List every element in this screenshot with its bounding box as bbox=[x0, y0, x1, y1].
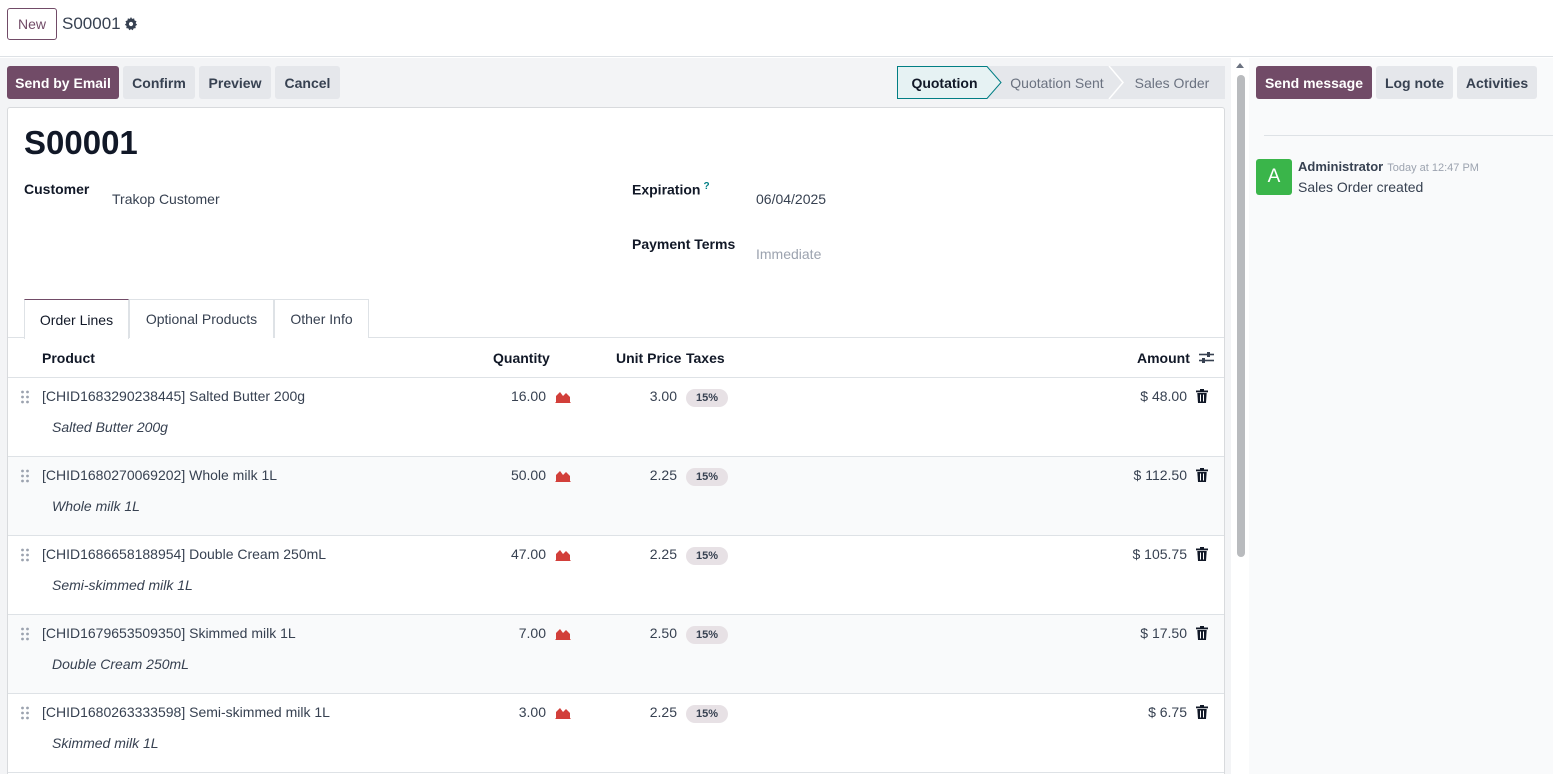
message-body: Sales Order created bbox=[1298, 179, 1424, 195]
scroll-up-arrow[interactable] bbox=[1236, 63, 1244, 68]
unit-price-cell[interactable]: 2.50 bbox=[650, 625, 677, 641]
author-name[interactable]: Administrator bbox=[1298, 159, 1383, 174]
unit-price-cell[interactable]: 2.25 bbox=[650, 704, 677, 720]
amount-cell: $ 112.50 bbox=[1133, 467, 1187, 483]
area-chart-icon[interactable] bbox=[555, 469, 571, 482]
status-step-quotation-sent[interactable]: Quotation Sent bbox=[1007, 66, 1107, 99]
status-step-quotation[interactable]: Quotation bbox=[897, 66, 992, 99]
tax-badge[interactable]: 15% bbox=[686, 389, 728, 407]
description-cell[interactable]: Whole milk 1L bbox=[52, 498, 140, 514]
description-cell[interactable]: Skimmed milk 1L bbox=[52, 735, 159, 751]
product-cell[interactable]: [CHID1683290238445] Salted Butter 200g bbox=[42, 388, 305, 404]
table-header: Product Quantity Unit Price Taxes Amount bbox=[8, 338, 1224, 378]
quantity-cell[interactable]: 47.00 bbox=[511, 546, 546, 562]
tax-badge[interactable]: 15% bbox=[686, 468, 728, 486]
quantity-cell[interactable]: 3.00 bbox=[519, 704, 546, 720]
tab-other-info[interactable]: Other Info bbox=[274, 299, 369, 338]
description-cell[interactable]: Double Cream 250mL bbox=[52, 656, 189, 672]
confirm-button[interactable]: Confirm bbox=[123, 66, 195, 99]
unit-price-cell[interactable]: 2.25 bbox=[650, 467, 677, 483]
trash-icon[interactable] bbox=[1196, 705, 1208, 719]
log-note-button[interactable]: Log note bbox=[1376, 66, 1453, 99]
customer-label: Customer bbox=[24, 181, 90, 197]
column-amount[interactable]: Amount bbox=[1137, 350, 1190, 366]
area-chart-icon[interactable] bbox=[555, 627, 571, 640]
tab-order-lines[interactable]: Order Lines bbox=[24, 299, 129, 339]
send-message-button[interactable]: Send message bbox=[1256, 66, 1372, 99]
column-product[interactable]: Product bbox=[42, 350, 95, 366]
quantity-cell[interactable]: 50.00 bbox=[511, 467, 546, 483]
expiration-label-text: Expiration bbox=[632, 181, 701, 198]
preview-button[interactable]: Preview bbox=[199, 66, 271, 99]
table-row[interactable]: [CHID1680263333598] Semi-skimmed milk 1L… bbox=[8, 694, 1224, 773]
unit-price-cell[interactable]: 2.25 bbox=[650, 546, 677, 562]
table-row[interactable]: [CHID1683290238445] Salted Butter 200g Sa… bbox=[8, 378, 1224, 457]
area-chart-icon[interactable] bbox=[555, 706, 571, 719]
message-time: Today at 12:47 PM bbox=[1387, 162, 1479, 174]
amount-cell: $ 48.00 bbox=[1140, 388, 1187, 404]
description-cell[interactable]: Salted Butter 200g bbox=[52, 419, 168, 435]
drag-handle-icon[interactable] bbox=[20, 390, 30, 404]
scroll-thumb[interactable] bbox=[1237, 75, 1245, 557]
avatar[interactable]: A bbox=[1256, 159, 1292, 195]
column-taxes[interactable]: Taxes bbox=[686, 350, 725, 366]
new-button[interactable]: New bbox=[7, 8, 57, 40]
quantity-cell[interactable]: 7.00 bbox=[519, 625, 546, 641]
gear-icon[interactable] bbox=[124, 17, 138, 31]
tax-badge[interactable]: 15% bbox=[686, 626, 728, 644]
drag-handle-icon[interactable] bbox=[20, 627, 30, 641]
chatter-panel: Send message Log note Activities A Admin… bbox=[1249, 58, 1553, 774]
table-row[interactable]: [CHID1680270069202] Whole milk 1L Whole m… bbox=[8, 457, 1224, 536]
trash-icon[interactable] bbox=[1196, 468, 1208, 482]
quantity-cell[interactable]: 16.00 bbox=[511, 388, 546, 404]
trash-icon[interactable] bbox=[1196, 547, 1208, 561]
table-row[interactable]: [CHID1686658188954] Double Cream 250mL Se… bbox=[8, 536, 1224, 615]
column-unit-price[interactable]: Unit Price bbox=[616, 350, 681, 366]
product-cell[interactable]: [CHID1679653509350] Skimmed milk 1L bbox=[42, 625, 296, 641]
drag-handle-icon[interactable] bbox=[20, 706, 30, 720]
form-sheet: S00001 Customer Trakop Customer Expirati… bbox=[7, 107, 1225, 774]
product-cell[interactable]: [CHID1686658188954] Double Cream 250mL bbox=[42, 546, 326, 562]
tax-badge[interactable]: 15% bbox=[686, 705, 728, 723]
cancel-button[interactable]: Cancel bbox=[275, 66, 340, 99]
scrollbar[interactable] bbox=[1231, 58, 1249, 774]
amount-cell: $ 105.75 bbox=[1132, 546, 1188, 562]
tax-badge[interactable]: 15% bbox=[686, 547, 728, 565]
action-bar: Send by Email Confirm Preview Cancel Quo… bbox=[0, 58, 1231, 108]
trash-icon[interactable] bbox=[1196, 626, 1208, 640]
payment-terms-field[interactable]: Immediate bbox=[756, 246, 821, 262]
control-panel: New S00001 bbox=[0, 0, 1553, 57]
area-chart-icon[interactable] bbox=[555, 390, 571, 403]
description-cell[interactable]: Semi-skimmed milk 1L bbox=[52, 577, 193, 593]
drag-handle-icon[interactable] bbox=[20, 469, 30, 483]
unit-price-cell[interactable]: 3.00 bbox=[650, 388, 677, 404]
expiration-field[interactable]: 06/04/2025 bbox=[756, 191, 826, 207]
payment-terms-label: Payment Terms bbox=[632, 236, 736, 252]
chatter-divider bbox=[1264, 135, 1553, 136]
form-area: Send by Email Confirm Preview Cancel Quo… bbox=[0, 58, 1231, 774]
trash-icon[interactable] bbox=[1196, 389, 1208, 403]
expiration-label: Expiration? bbox=[632, 181, 710, 198]
product-cell[interactable]: [CHID1680270069202] Whole milk 1L bbox=[42, 467, 277, 483]
message-author: Administrator Today at 12:47 PM bbox=[1298, 159, 1479, 174]
tab-optional-products[interactable]: Optional Products bbox=[129, 299, 274, 338]
breadcrumb: S00001 bbox=[62, 14, 121, 33]
send-by-email-button[interactable]: Send by Email bbox=[7, 66, 119, 99]
customer-field[interactable]: Trakop Customer bbox=[112, 191, 220, 207]
order-title: S00001 bbox=[24, 124, 138, 161]
status-step-sales-order[interactable]: Sales Order bbox=[1127, 66, 1217, 99]
sliders-icon[interactable] bbox=[1199, 351, 1214, 364]
table-row[interactable]: [CHID1679653509350] Skimmed milk 1L Doubl… bbox=[8, 615, 1224, 694]
help-icon[interactable]: ? bbox=[703, 181, 709, 192]
column-quantity[interactable]: Quantity bbox=[493, 350, 550, 366]
amount-cell: $ 17.50 bbox=[1140, 625, 1187, 641]
activities-button[interactable]: Activities bbox=[1457, 66, 1537, 99]
area-chart-icon[interactable] bbox=[555, 548, 571, 561]
notebook-tabs: Order Lines Optional Products Other Info bbox=[8, 299, 1224, 339]
product-cell[interactable]: [CHID1680263333598] Semi-skimmed milk 1L bbox=[42, 704, 330, 720]
drag-handle-icon[interactable] bbox=[20, 548, 30, 562]
amount-cell: $ 6.75 bbox=[1148, 704, 1187, 720]
